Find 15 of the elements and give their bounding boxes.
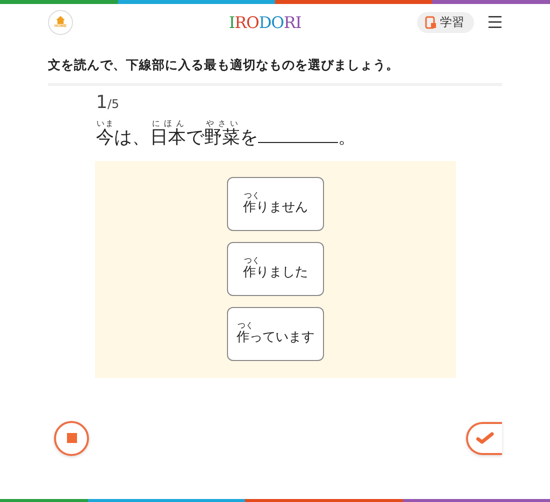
check-button[interactable]	[466, 422, 502, 455]
study-button[interactable]: 学習	[416, 12, 474, 32]
menu-icon[interactable]	[486, 13, 504, 31]
answer-choice[interactable]: つく 作 りません	[227, 176, 324, 231]
tablet-icon	[424, 16, 437, 28]
question-sentence: 今 いま は、日本 にほん で野菜 やさい を 。	[96, 119, 357, 149]
logo: IRODORI	[228, 12, 302, 32]
instruction-text: 文を読んで、下線部に入る最も適切なものを選びましょう。	[48, 57, 502, 86]
stop-button[interactable]	[54, 420, 89, 456]
stop-icon	[66, 433, 76, 444]
answer-choice[interactable]: つく 作 りました	[227, 242, 324, 296]
check-icon	[476, 432, 494, 444]
progress-counter: 1/5	[96, 92, 120, 113]
answer-choice[interactable]: つく 作っています	[227, 306, 324, 361]
house-icon	[56, 16, 65, 24]
